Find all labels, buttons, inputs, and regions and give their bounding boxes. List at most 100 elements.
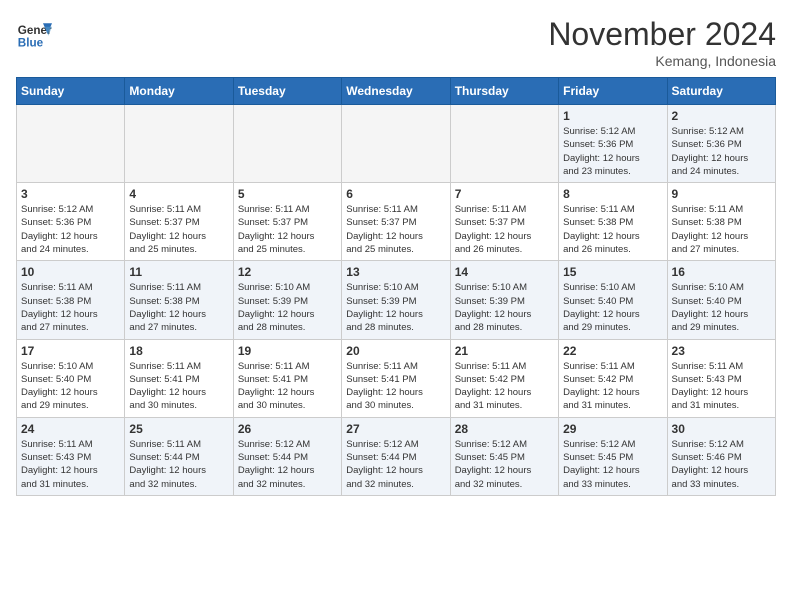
day-number: 26 [238, 422, 337, 436]
day-number: 14 [455, 265, 554, 279]
day-info: Sunrise: 5:11 AM Sunset: 5:38 PM Dayligh… [563, 203, 662, 256]
day-number: 15 [563, 265, 662, 279]
weekday-header-tuesday: Tuesday [233, 78, 341, 105]
calendar-cell: 1Sunrise: 5:12 AM Sunset: 5:36 PM Daylig… [559, 105, 667, 183]
calendar-cell: 12Sunrise: 5:10 AM Sunset: 5:39 PM Dayli… [233, 261, 341, 339]
calendar-cell: 24 Sunrise: 5:11 AM Sunset: 5:43 PM Dayli… [17, 417, 125, 495]
svg-text:Blue: Blue [18, 37, 44, 50]
weekday-header-friday: Friday [559, 78, 667, 105]
calendar-week-2: 3Sunrise: 5:12 AM Sunset: 5:36 PM Daylig… [17, 183, 776, 261]
day-number: 23 [672, 344, 771, 358]
logo: General Blue [16, 16, 52, 52]
day-number: 5 [238, 187, 337, 201]
day-info: Sunrise: 5:11 AM Sunset: 5:37 PM Dayligh… [346, 203, 445, 256]
logo-icon: General Blue [16, 16, 52, 52]
weekday-header-wednesday: Wednesday [342, 78, 450, 105]
day-info: Sunrise: 5:11 AM Sunset: 5:43 PM Dayligh… [21, 438, 120, 491]
day-info: Sunrise: 5:11 AM Sunset: 5:37 PM Dayligh… [238, 203, 337, 256]
day-info: Sunrise: 5:11 AM Sunset: 5:43 PM Dayligh… [672, 360, 771, 413]
day-info: Sunrise: 5:11 AM Sunset: 5:42 PM Dayligh… [563, 360, 662, 413]
day-info: Sunrise: 5:11 AM Sunset: 5:41 PM Dayligh… [129, 360, 228, 413]
day-info: Sunrise: 5:11 AM Sunset: 5:37 PM Dayligh… [129, 203, 228, 256]
day-info: Sunrise: 5:10 AM Sunset: 5:40 PM Dayligh… [672, 281, 771, 334]
day-info: Sunrise: 5:10 AM Sunset: 5:39 PM Dayligh… [455, 281, 554, 334]
day-number: 22 [563, 344, 662, 358]
day-number: 17 [21, 344, 120, 358]
calendar-cell: 21Sunrise: 5:11 AM Sunset: 5:42 PM Dayli… [450, 339, 558, 417]
day-info: Sunrise: 5:12 AM Sunset: 5:46 PM Dayligh… [672, 438, 771, 491]
calendar-week-5: 24 Sunrise: 5:11 AM Sunset: 5:43 PM Dayli… [17, 417, 776, 495]
day-info: Sunrise: 5:11 AM Sunset: 5:41 PM Dayligh… [346, 360, 445, 413]
calendar-cell: 18 Sunrise: 5:11 AM Sunset: 5:41 PM Dayli… [125, 339, 233, 417]
day-number: 28 [455, 422, 554, 436]
day-info: Sunrise: 5:10 AM Sunset: 5:40 PM Dayligh… [21, 360, 120, 413]
calendar-cell: 2 Sunrise: 5:12 AM Sunset: 5:36 PM Daylig… [667, 105, 775, 183]
header: General Blue November 2024 Kemang, Indon… [16, 16, 776, 69]
calendar-cell: 17 Sunrise: 5:10 AM Sunset: 5:40 PM Dayli… [17, 339, 125, 417]
calendar-cell: 29 Sunrise: 5:12 AM Sunset: 5:45 PM Dayli… [559, 417, 667, 495]
calendar-cell: 8 Sunrise: 5:11 AM Sunset: 5:38 PM Daylig… [559, 183, 667, 261]
day-number: 24 [21, 422, 120, 436]
calendar-cell: 25 Sunrise: 5:11 AM Sunset: 5:44 PM Dayli… [125, 417, 233, 495]
title-area: November 2024 Kemang, Indonesia [548, 16, 776, 69]
day-number: 27 [346, 422, 445, 436]
weekday-header-monday: Monday [125, 78, 233, 105]
day-info: Sunrise: 5:11 AM Sunset: 5:37 PM Dayligh… [455, 203, 554, 256]
day-number: 21 [455, 344, 554, 358]
day-info: Sunrise: 5:12 AM Sunset: 5:36 PM Dayligh… [21, 203, 120, 256]
day-number: 2 [672, 109, 771, 123]
day-number: 29 [563, 422, 662, 436]
calendar-cell [450, 105, 558, 183]
day-info: Sunrise: 5:11 AM Sunset: 5:38 PM Dayligh… [129, 281, 228, 334]
day-number: 13 [346, 265, 445, 279]
calendar-cell: 30Sunrise: 5:12 AM Sunset: 5:46 PM Dayli… [667, 417, 775, 495]
calendar-cell: 22 Sunrise: 5:11 AM Sunset: 5:42 PM Dayli… [559, 339, 667, 417]
day-info: Sunrise: 5:11 AM Sunset: 5:44 PM Dayligh… [129, 438, 228, 491]
calendar-week-4: 17 Sunrise: 5:10 AM Sunset: 5:40 PM Dayli… [17, 339, 776, 417]
day-info: Sunrise: 5:11 AM Sunset: 5:41 PM Dayligh… [238, 360, 337, 413]
day-info: Sunrise: 5:12 AM Sunset: 5:44 PM Dayligh… [238, 438, 337, 491]
calendar-week-3: 10 Sunrise: 5:11 AM Sunset: 5:38 PM Dayli… [17, 261, 776, 339]
calendar-cell: 9Sunrise: 5:11 AM Sunset: 5:38 PM Daylig… [667, 183, 775, 261]
calendar-cell: 16 Sunrise: 5:10 AM Sunset: 5:40 PM Dayli… [667, 261, 775, 339]
day-info: Sunrise: 5:10 AM Sunset: 5:40 PM Dayligh… [563, 281, 662, 334]
calendar-cell: 28Sunrise: 5:12 AM Sunset: 5:45 PM Dayli… [450, 417, 558, 495]
calendar-cell: 14 Sunrise: 5:10 AM Sunset: 5:39 PM Dayli… [450, 261, 558, 339]
calendar-cell: 27Sunrise: 5:12 AM Sunset: 5:44 PM Dayli… [342, 417, 450, 495]
calendar-table: SundayMondayTuesdayWednesdayThursdayFrid… [16, 77, 776, 496]
calendar-cell: 20 Sunrise: 5:11 AM Sunset: 5:41 PM Dayli… [342, 339, 450, 417]
day-info: Sunrise: 5:12 AM Sunset: 5:45 PM Dayligh… [563, 438, 662, 491]
day-number: 25 [129, 422, 228, 436]
day-number: 16 [672, 265, 771, 279]
calendar-cell [17, 105, 125, 183]
day-info: Sunrise: 5:10 AM Sunset: 5:39 PM Dayligh… [346, 281, 445, 334]
weekday-header-thursday: Thursday [450, 78, 558, 105]
day-number: 8 [563, 187, 662, 201]
calendar-cell: 23 Sunrise: 5:11 AM Sunset: 5:43 PM Dayli… [667, 339, 775, 417]
calendar-cell: 19 Sunrise: 5:11 AM Sunset: 5:41 PM Dayli… [233, 339, 341, 417]
day-number: 12 [238, 265, 337, 279]
calendar-cell: 5 Sunrise: 5:11 AM Sunset: 5:37 PM Daylig… [233, 183, 341, 261]
day-info: Sunrise: 5:12 AM Sunset: 5:36 PM Dayligh… [672, 125, 771, 178]
location: Kemang, Indonesia [548, 53, 776, 69]
calendar-cell: 13 Sunrise: 5:10 AM Sunset: 5:39 PM Dayli… [342, 261, 450, 339]
header-row: SundayMondayTuesdayWednesdayThursdayFrid… [17, 78, 776, 105]
day-number: 7 [455, 187, 554, 201]
day-number: 18 [129, 344, 228, 358]
day-number: 6 [346, 187, 445, 201]
day-number: 11 [129, 265, 228, 279]
day-number: 4 [129, 187, 228, 201]
calendar-cell: 7 Sunrise: 5:11 AM Sunset: 5:37 PM Daylig… [450, 183, 558, 261]
calendar-cell: 26 Sunrise: 5:12 AM Sunset: 5:44 PM Dayli… [233, 417, 341, 495]
calendar-week-1: 1Sunrise: 5:12 AM Sunset: 5:36 PM Daylig… [17, 105, 776, 183]
weekday-header-saturday: Saturday [667, 78, 775, 105]
calendar-cell: 4 Sunrise: 5:11 AM Sunset: 5:37 PM Daylig… [125, 183, 233, 261]
calendar-cell [233, 105, 341, 183]
month-title: November 2024 [548, 16, 776, 53]
day-info: Sunrise: 5:11 AM Sunset: 5:38 PM Dayligh… [21, 281, 120, 334]
day-number: 19 [238, 344, 337, 358]
calendar-cell: 10 Sunrise: 5:11 AM Sunset: 5:38 PM Dayli… [17, 261, 125, 339]
day-number: 20 [346, 344, 445, 358]
day-number: 10 [21, 265, 120, 279]
calendar-cell: 11 Sunrise: 5:11 AM Sunset: 5:38 PM Dayli… [125, 261, 233, 339]
